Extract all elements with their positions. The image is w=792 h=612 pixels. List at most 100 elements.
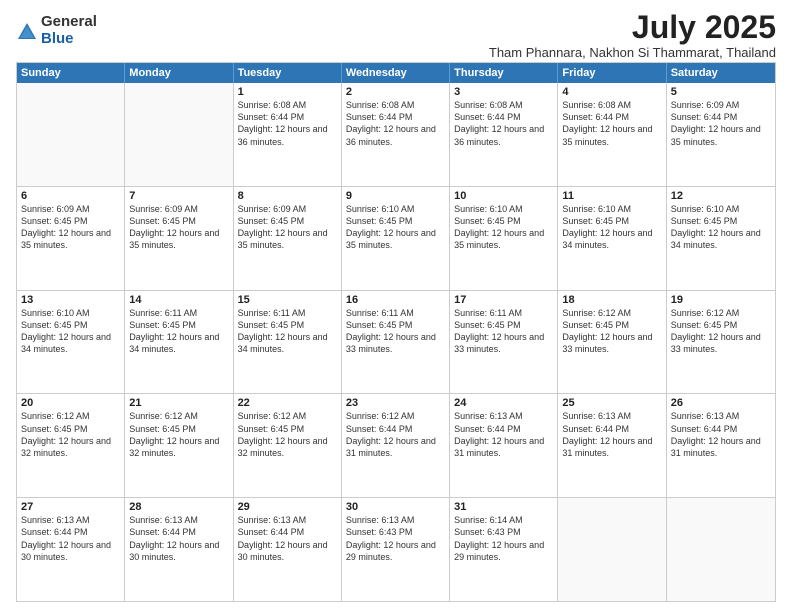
day-number: 4 — [562, 86, 661, 98]
cal-cell-4-2: 29Sunrise: 6:13 AMSunset: 6:44 PMDayligh… — [234, 498, 342, 601]
cal-cell-1-5: 11Sunrise: 6:10 AMSunset: 6:45 PMDayligh… — [558, 187, 666, 290]
cal-cell-4-1: 28Sunrise: 6:13 AMSunset: 6:44 PMDayligh… — [125, 498, 233, 601]
day-number: 12 — [671, 190, 771, 202]
calendar-header: SundayMondayTuesdayWednesdayThursdayFrid… — [17, 63, 775, 83]
day-info: Sunrise: 6:10 AMSunset: 6:45 PMDaylight:… — [562, 203, 661, 252]
logo: General Blue — [16, 14, 97, 47]
cal-cell-1-1: 7Sunrise: 6:09 AMSunset: 6:45 PMDaylight… — [125, 187, 233, 290]
cal-cell-3-3: 23Sunrise: 6:12 AMSunset: 6:44 PMDayligh… — [342, 394, 450, 497]
day-info: Sunrise: 6:09 AMSunset: 6:45 PMDaylight:… — [238, 203, 337, 252]
day-info: Sunrise: 6:10 AMSunset: 6:45 PMDaylight:… — [454, 203, 553, 252]
header-day-thursday: Thursday — [450, 63, 558, 83]
cal-cell-1-6: 12Sunrise: 6:10 AMSunset: 6:45 PMDayligh… — [667, 187, 775, 290]
logo-text: General Blue — [41, 14, 97, 47]
header-day-friday: Friday — [558, 63, 666, 83]
cal-cell-0-2: 1Sunrise: 6:08 AMSunset: 6:44 PMDaylight… — [234, 83, 342, 186]
day-number: 25 — [562, 397, 661, 409]
cal-cell-2-4: 17Sunrise: 6:11 AMSunset: 6:45 PMDayligh… — [450, 291, 558, 394]
cal-cell-1-2: 8Sunrise: 6:09 AMSunset: 6:45 PMDaylight… — [234, 187, 342, 290]
header-day-sunday: Sunday — [17, 63, 125, 83]
day-info: Sunrise: 6:08 AMSunset: 6:44 PMDaylight:… — [346, 99, 445, 148]
day-info: Sunrise: 6:09 AMSunset: 6:44 PMDaylight:… — [671, 99, 771, 148]
cal-cell-1-3: 9Sunrise: 6:10 AMSunset: 6:45 PMDaylight… — [342, 187, 450, 290]
logo-general: General — [41, 14, 97, 31]
calendar-row-4: 27Sunrise: 6:13 AMSunset: 6:44 PMDayligh… — [17, 498, 775, 602]
day-info: Sunrise: 6:09 AMSunset: 6:45 PMDaylight:… — [129, 203, 228, 252]
cal-cell-2-5: 18Sunrise: 6:12 AMSunset: 6:45 PMDayligh… — [558, 291, 666, 394]
day-number: 18 — [562, 294, 661, 306]
cal-cell-1-0: 6Sunrise: 6:09 AMSunset: 6:45 PMDaylight… — [17, 187, 125, 290]
cal-cell-0-1 — [125, 83, 233, 186]
title-section: July 2025 Tham Phannara, Nakhon Si Thamm… — [489, 10, 776, 60]
cal-cell-4-3: 30Sunrise: 6:13 AMSunset: 6:43 PMDayligh… — [342, 498, 450, 601]
cal-cell-3-5: 25Sunrise: 6:13 AMSunset: 6:44 PMDayligh… — [558, 394, 666, 497]
cal-cell-3-6: 26Sunrise: 6:13 AMSunset: 6:44 PMDayligh… — [667, 394, 775, 497]
day-info: Sunrise: 6:10 AMSunset: 6:45 PMDaylight:… — [21, 307, 120, 356]
header: General Blue July 2025 Tham Phannara, Na… — [16, 10, 776, 60]
cal-cell-2-3: 16Sunrise: 6:11 AMSunset: 6:45 PMDayligh… — [342, 291, 450, 394]
day-number: 23 — [346, 397, 445, 409]
day-info: Sunrise: 6:11 AMSunset: 6:45 PMDaylight:… — [129, 307, 228, 356]
calendar: SundayMondayTuesdayWednesdayThursdayFrid… — [16, 62, 776, 602]
day-info: Sunrise: 6:13 AMSunset: 6:44 PMDaylight:… — [21, 514, 120, 563]
cal-cell-3-4: 24Sunrise: 6:13 AMSunset: 6:44 PMDayligh… — [450, 394, 558, 497]
day-info: Sunrise: 6:08 AMSunset: 6:44 PMDaylight:… — [238, 99, 337, 148]
day-info: Sunrise: 6:08 AMSunset: 6:44 PMDaylight:… — [562, 99, 661, 148]
day-number: 14 — [129, 294, 228, 306]
day-number: 19 — [671, 294, 771, 306]
cal-cell-0-6: 5Sunrise: 6:09 AMSunset: 6:44 PMDaylight… — [667, 83, 775, 186]
header-day-saturday: Saturday — [667, 63, 775, 83]
day-number: 27 — [21, 501, 120, 513]
day-number: 28 — [129, 501, 228, 513]
day-info: Sunrise: 6:11 AMSunset: 6:45 PMDaylight:… — [454, 307, 553, 356]
header-day-tuesday: Tuesday — [234, 63, 342, 83]
day-info: Sunrise: 6:13 AMSunset: 6:44 PMDaylight:… — [129, 514, 228, 563]
day-number: 17 — [454, 294, 553, 306]
cal-cell-4-0: 27Sunrise: 6:13 AMSunset: 6:44 PMDayligh… — [17, 498, 125, 601]
day-info: Sunrise: 6:14 AMSunset: 6:43 PMDaylight:… — [454, 514, 553, 563]
month-title: July 2025 — [489, 10, 776, 45]
day-number: 16 — [346, 294, 445, 306]
cal-cell-4-5 — [558, 498, 666, 601]
day-number: 20 — [21, 397, 120, 409]
cal-cell-3-1: 21Sunrise: 6:12 AMSunset: 6:45 PMDayligh… — [125, 394, 233, 497]
day-number: 21 — [129, 397, 228, 409]
cal-cell-1-4: 10Sunrise: 6:10 AMSunset: 6:45 PMDayligh… — [450, 187, 558, 290]
cal-cell-2-2: 15Sunrise: 6:11 AMSunset: 6:45 PMDayligh… — [234, 291, 342, 394]
calendar-body: 1Sunrise: 6:08 AMSunset: 6:44 PMDaylight… — [17, 83, 775, 602]
day-info: Sunrise: 6:12 AMSunset: 6:44 PMDaylight:… — [346, 410, 445, 459]
cal-cell-3-2: 22Sunrise: 6:12 AMSunset: 6:45 PMDayligh… — [234, 394, 342, 497]
cal-cell-0-0 — [17, 83, 125, 186]
day-number: 9 — [346, 190, 445, 202]
day-info: Sunrise: 6:09 AMSunset: 6:45 PMDaylight:… — [21, 203, 120, 252]
day-info: Sunrise: 6:13 AMSunset: 6:43 PMDaylight:… — [346, 514, 445, 563]
cal-cell-4-6 — [667, 498, 775, 601]
day-number: 24 — [454, 397, 553, 409]
header-day-wednesday: Wednesday — [342, 63, 450, 83]
day-number: 3 — [454, 86, 553, 98]
cal-cell-2-0: 13Sunrise: 6:10 AMSunset: 6:45 PMDayligh… — [17, 291, 125, 394]
logo-icon — [16, 21, 38, 43]
cal-cell-2-1: 14Sunrise: 6:11 AMSunset: 6:45 PMDayligh… — [125, 291, 233, 394]
day-number: 7 — [129, 190, 228, 202]
day-info: Sunrise: 6:12 AMSunset: 6:45 PMDaylight:… — [238, 410, 337, 459]
logo-blue: Blue — [41, 31, 97, 48]
calendar-row-3: 20Sunrise: 6:12 AMSunset: 6:45 PMDayligh… — [17, 394, 775, 498]
day-number: 10 — [454, 190, 553, 202]
day-number: 6 — [21, 190, 120, 202]
day-info: Sunrise: 6:12 AMSunset: 6:45 PMDaylight:… — [671, 307, 771, 356]
day-number: 2 — [346, 86, 445, 98]
cal-cell-3-0: 20Sunrise: 6:12 AMSunset: 6:45 PMDayligh… — [17, 394, 125, 497]
day-info: Sunrise: 6:12 AMSunset: 6:45 PMDaylight:… — [129, 410, 228, 459]
cal-cell-0-3: 2Sunrise: 6:08 AMSunset: 6:44 PMDaylight… — [342, 83, 450, 186]
page: General Blue July 2025 Tham Phannara, Na… — [0, 0, 792, 612]
day-number: 15 — [238, 294, 337, 306]
day-number: 5 — [671, 86, 771, 98]
day-info: Sunrise: 6:10 AMSunset: 6:45 PMDaylight:… — [346, 203, 445, 252]
day-info: Sunrise: 6:11 AMSunset: 6:45 PMDaylight:… — [346, 307, 445, 356]
calendar-row-1: 6Sunrise: 6:09 AMSunset: 6:45 PMDaylight… — [17, 187, 775, 291]
location-title: Tham Phannara, Nakhon Si Thammarat, Thai… — [489, 45, 776, 60]
header-day-monday: Monday — [125, 63, 233, 83]
day-info: Sunrise: 6:13 AMSunset: 6:44 PMDaylight:… — [454, 410, 553, 459]
day-info: Sunrise: 6:12 AMSunset: 6:45 PMDaylight:… — [21, 410, 120, 459]
